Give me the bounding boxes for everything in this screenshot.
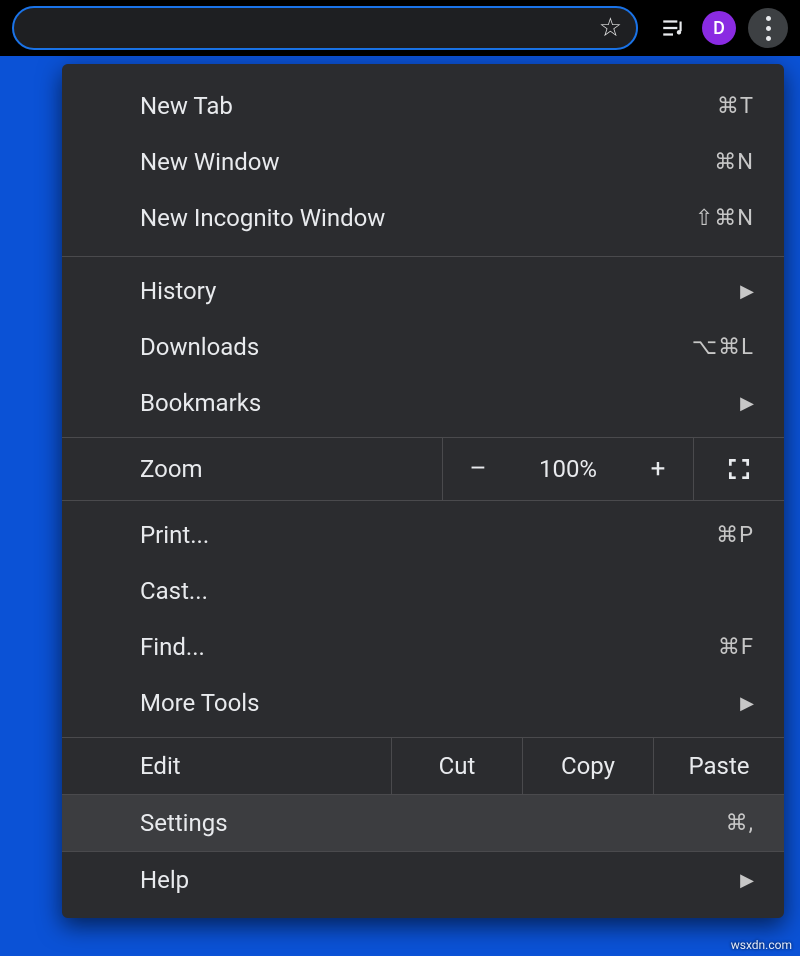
menu-item-bookmarks[interactable]: Bookmarks ▶	[62, 375, 784, 431]
menu-item-history[interactable]: History ▶	[62, 263, 784, 319]
submenu-arrow-icon: ▶	[740, 281, 754, 302]
menu-label: New Incognito Window	[140, 204, 385, 232]
menu-label: New Window	[140, 148, 279, 176]
menu-label: Downloads	[140, 333, 259, 361]
menu-item-cast[interactable]: Cast...	[62, 563, 784, 619]
menu-item-downloads[interactable]: Downloads ⌥⌘L	[62, 319, 784, 375]
menu-label: More Tools	[140, 689, 260, 717]
edit-label: Edit	[62, 738, 391, 794]
menu-item-more-tools[interactable]: More Tools ▶	[62, 675, 784, 731]
watermark: wsxdn.com	[731, 938, 792, 952]
menu-shortcut: ⌘T	[717, 94, 754, 119]
menu-item-find[interactable]: Find... ⌘F	[62, 619, 784, 675]
menu-label: Print...	[140, 521, 209, 549]
menu-item-new-incognito[interactable]: New Incognito Window ⇧⌘N	[62, 190, 784, 246]
edit-paste-button[interactable]: Paste	[653, 738, 784, 794]
menu-label: Bookmarks	[140, 389, 261, 417]
submenu-arrow-icon: ▶	[740, 870, 754, 891]
menu-item-help[interactable]: Help ▶	[62, 852, 784, 908]
menu-item-print[interactable]: Print... ⌘P	[62, 507, 784, 563]
bookmark-star-icon[interactable]: ☆	[599, 13, 622, 43]
zoom-out-button[interactable]: –	[442, 438, 513, 500]
edit-cut-button[interactable]: Cut	[391, 738, 522, 794]
overflow-menu-icon[interactable]	[748, 8, 788, 48]
menu-label: Settings	[140, 809, 228, 837]
avatar-letter: D	[713, 18, 725, 39]
menu-label: Cast...	[140, 577, 208, 605]
zoom-in-button[interactable]: +	[623, 438, 693, 500]
fullscreen-button[interactable]	[693, 438, 784, 500]
zoom-label: Zoom	[62, 438, 442, 500]
menu-item-zoom: Zoom – 100% +	[62, 437, 784, 501]
edit-copy-button[interactable]: Copy	[522, 738, 653, 794]
menu-shortcut: ⌘N	[714, 150, 754, 175]
address-bar[interactable]: ☆	[12, 6, 638, 50]
menu-item-settings[interactable]: Settings ⌘,	[62, 795, 784, 851]
browser-toolbar: ☆ D	[0, 0, 800, 56]
menu-label: Help	[140, 866, 189, 894]
zoom-value: 100%	[513, 438, 623, 500]
menu-shortcut: ⌥⌘L	[692, 335, 754, 360]
menu-shortcut: ⌘,	[726, 811, 754, 836]
menu-item-edit: Edit Cut Copy Paste	[62, 737, 784, 795]
menu-shortcut: ⌘P	[716, 523, 754, 548]
menu-item-new-window[interactable]: New Window ⌘N	[62, 134, 784, 190]
submenu-arrow-icon: ▶	[740, 693, 754, 714]
browser-overflow-menu: New Tab ⌘T New Window ⌘N New Incognito W…	[62, 64, 784, 918]
media-controls-icon[interactable]	[656, 11, 690, 45]
profile-avatar[interactable]: D	[702, 11, 736, 45]
submenu-arrow-icon: ▶	[740, 393, 754, 414]
menu-label: New Tab	[140, 92, 233, 120]
menu-shortcut: ⌘F	[718, 635, 754, 660]
menu-item-new-tab[interactable]: New Tab ⌘T	[62, 78, 784, 134]
menu-shortcut: ⇧⌘N	[695, 206, 754, 231]
menu-label: History	[140, 277, 216, 305]
menu-label: Find...	[140, 633, 205, 661]
